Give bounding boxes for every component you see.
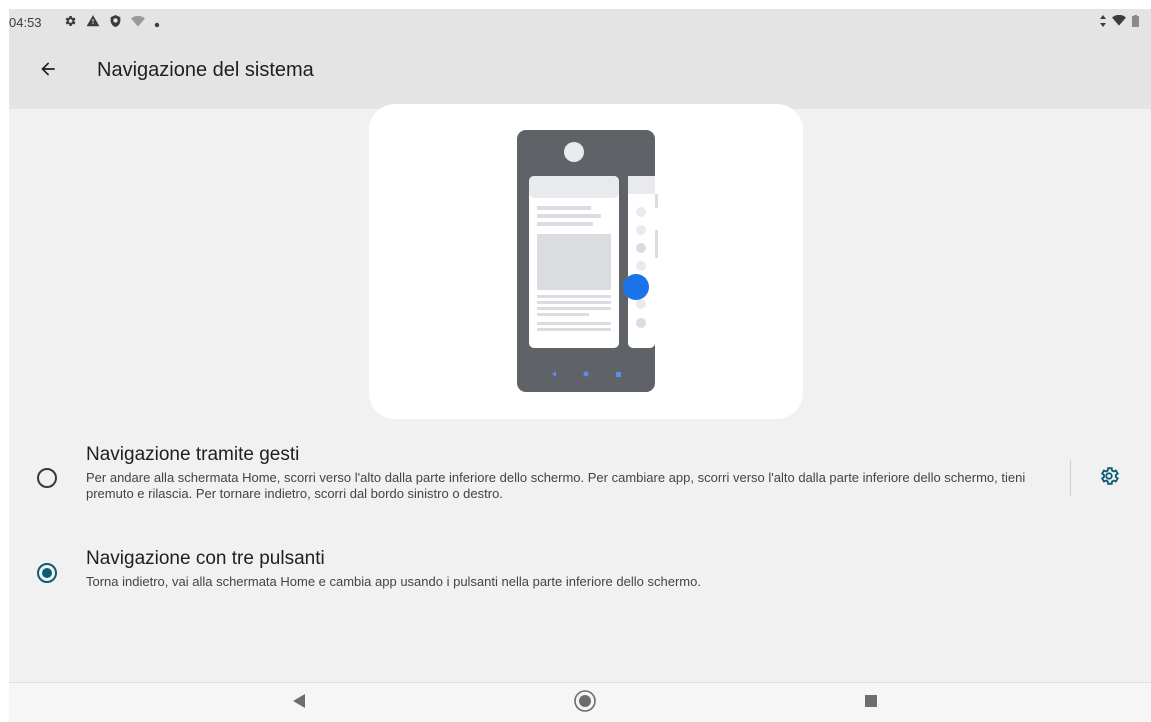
gear-icon [1098, 465, 1120, 492]
nav-home-button[interactable] [571, 689, 599, 718]
radio-gesture-navigation[interactable] [37, 468, 57, 488]
settings-icon [63, 14, 77, 33]
shield-icon [109, 14, 122, 33]
settings-screen: 04:53 Navigazione del sistema Navigazion… [9, 9, 1151, 722]
radio-selected-dot [42, 568, 52, 578]
nav-back-button[interactable] [285, 691, 313, 715]
wifi-icon [1112, 14, 1126, 32]
dot-icon [154, 15, 160, 33]
gesture-illustration-card [369, 104, 803, 419]
nav-recents-button[interactable] [857, 691, 885, 715]
nav-back-icon [292, 693, 306, 714]
warning-icon [86, 14, 100, 33]
option-description: Torna indietro, vai alla schermata Home … [86, 574, 701, 589]
status-time: 04:53 [9, 15, 42, 30]
option-three-button-navigation[interactable]: Navigazione con tre pulsanti Torna indie… [9, 544, 1151, 604]
nav-recents-icon [864, 694, 878, 713]
vertical-divider [1070, 460, 1071, 496]
option-title: Navigazione con tre pulsanti [86, 548, 325, 569]
page-title: Navigazione del sistema [97, 59, 314, 81]
option-title: Navigazione tramite gesti [86, 444, 300, 465]
nav-home-icon [573, 689, 597, 718]
option-description: Per andare alla schermata Home, scorri v… [86, 470, 1026, 501]
wifi-question-icon [131, 15, 145, 33]
gesture-settings-button[interactable] [1095, 464, 1123, 492]
status-right-icons [1100, 14, 1139, 32]
system-navigation-bar [9, 682, 1151, 722]
radio-three-button-navigation[interactable] [37, 563, 57, 583]
back-arrow-icon [38, 59, 58, 84]
gesture-navigation-illustration [517, 130, 658, 392]
battery-icon [1132, 14, 1139, 32]
status-icons [63, 14, 160, 33]
status-bar: 04:53 [9, 9, 1151, 35]
back-button[interactable] [33, 56, 63, 86]
option-gesture-navigation[interactable]: Navigazione tramite gesti Per andare all… [9, 441, 1151, 521]
data-arrows-icon [1100, 14, 1106, 32]
app-bar: Navigazione del sistema [9, 35, 1151, 109]
